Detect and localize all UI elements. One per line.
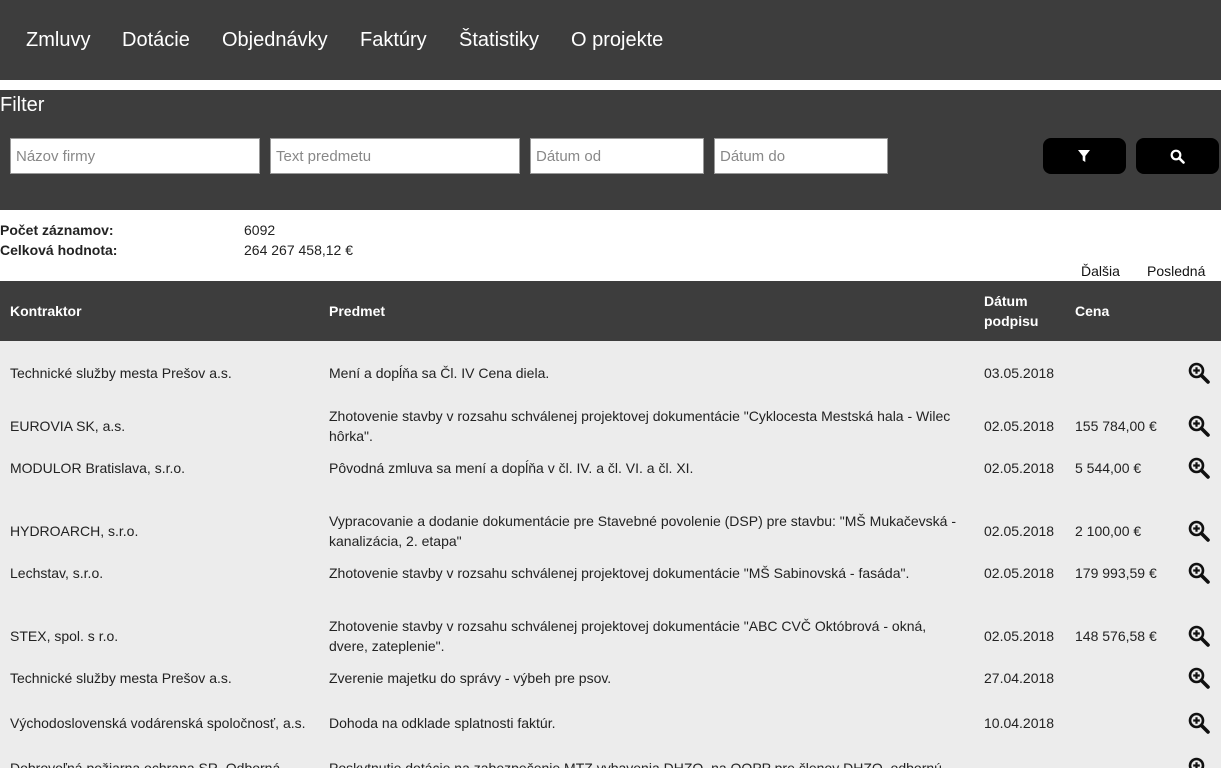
subject-text-input[interactable] bbox=[270, 138, 520, 174]
cell-price: 5 544,00 € bbox=[1075, 460, 1142, 476]
zoom-in-icon[interactable] bbox=[1188, 520, 1210, 542]
filter-toggle-button[interactable] bbox=[1043, 138, 1126, 174]
cell-contractor: STEX, spol. s r.o. bbox=[10, 628, 119, 644]
date-to-input[interactable] bbox=[714, 138, 888, 174]
cell-date: 27.04.2018 bbox=[984, 670, 1055, 686]
table-row[interactable]: Dobrovoľná požiarna ochrana SR, Odborná P… bbox=[0, 341, 1221, 768]
filter-panel: Filter bbox=[0, 90, 1221, 210]
cell-contractor: EUROVIA SK, a.s. bbox=[10, 418, 126, 434]
col-header-contractor[interactable]: Kontraktor bbox=[10, 301, 82, 321]
cell-price: 179 993,59 € bbox=[1075, 565, 1157, 581]
cell-subject: Dohoda na odklade splatnosti faktúr. bbox=[329, 715, 556, 731]
record-count-label: Počet záznamov: bbox=[0, 222, 114, 238]
nav-contracts[interactable]: Zmluvy bbox=[26, 28, 90, 52]
cell-subject: Pôvodná zmluva sa mení a dopĺňa v čl. IV… bbox=[329, 460, 694, 476]
col-header-price[interactable]: Cena bbox=[1075, 301, 1109, 321]
cell-date: 10.04.2018 bbox=[984, 715, 1055, 731]
zoom-in-icon[interactable] bbox=[1188, 625, 1210, 647]
cell-contractor: Technické služby mesta Prešov a.s. bbox=[10, 365, 232, 381]
top-navigation: Zmluvy Dotácie Objednávky Faktúry Štatis… bbox=[0, 0, 1221, 80]
table-header: Kontraktor Predmet Dátum podpisu Cena bbox=[0, 281, 1221, 341]
filter-title: Filter bbox=[0, 94, 45, 116]
search-button[interactable] bbox=[1136, 138, 1219, 174]
zoom-in-icon[interactable] bbox=[1188, 562, 1210, 584]
firm-name-input[interactable] bbox=[10, 138, 260, 174]
zoom-in-icon[interactable] bbox=[1188, 757, 1210, 768]
cell-price: 155 784,00 € bbox=[1075, 418, 1157, 434]
cell-price: 2 100,00 € bbox=[1075, 523, 1142, 539]
zoom-in-icon[interactable] bbox=[1188, 712, 1210, 734]
date-from-input[interactable] bbox=[530, 138, 704, 174]
cell-contractor: Technické služby mesta Prešov a.s. bbox=[10, 670, 232, 686]
cell-subject: Vypracovanie a dodanie dokumentácie pre … bbox=[329, 513, 957, 549]
cell-subject: Zhotovenie stavby v rozsahu schválenej p… bbox=[329, 565, 910, 581]
search-icon bbox=[1170, 149, 1185, 164]
nav-invoices[interactable]: Faktúry bbox=[360, 28, 427, 52]
table-row[interactable]: Východoslovenská vodárenská spoločnosť, … bbox=[0, 341, 1221, 768]
contracts-table-body: Technické služby mesta Prešov a.s. Mení a… bbox=[0, 341, 1221, 768]
table-row[interactable]: STEX, spol. s r.o. Zhotovenie stavby v ro… bbox=[0, 341, 1221, 768]
zoom-in-icon[interactable] bbox=[1188, 667, 1210, 689]
cell-subject: Poskytnutie dotácie na zabezpečenie MTZ … bbox=[329, 760, 942, 768]
nav-orders[interactable]: Objednávky bbox=[222, 28, 328, 52]
cell-contractor: Lechstav, s.r.o. bbox=[10, 565, 104, 581]
total-value-value: 264 267 458,12 € bbox=[244, 242, 353, 258]
cell-contractor: MODULOR Bratislava, s.r.o. bbox=[10, 460, 186, 476]
pager-next-link[interactable]: Ďalšia bbox=[1081, 263, 1120, 279]
total-value-label: Celková hodnota: bbox=[0, 242, 118, 258]
cell-date: 02.05.2018 bbox=[984, 523, 1055, 539]
cell-date: 02.05.2018 bbox=[984, 418, 1055, 434]
filter-icon bbox=[1078, 150, 1090, 162]
zoom-in-icon[interactable] bbox=[1188, 362, 1210, 384]
pager-last-link[interactable]: Posledná bbox=[1147, 263, 1205, 279]
cell-contractor: Východoslovenská vodárenská spoločnosť, … bbox=[10, 715, 306, 731]
cell-date: 02.05.2018 bbox=[984, 460, 1055, 476]
cell-subject: Mení a dopĺňa sa Čl. IV Cena diela. bbox=[329, 365, 550, 381]
zoom-in-icon[interactable] bbox=[1188, 457, 1210, 479]
cell-date: 02.05.2018 bbox=[984, 628, 1055, 644]
nav-statistics[interactable]: Štatistiky bbox=[459, 28, 539, 52]
col-header-subject[interactable]: Predmet bbox=[329, 301, 385, 321]
cell-subject: Zverenie majetku do správy - výbeh pre p… bbox=[329, 670, 612, 686]
table-row[interactable]: Technické služby mesta Prešov a.s. Mení a… bbox=[0, 341, 1221, 768]
table-row[interactable]: MODULOR Bratislava, s.r.o. Pôvodná zmluva… bbox=[0, 341, 1221, 768]
cell-date: 02.05.2018 bbox=[984, 565, 1055, 581]
nav-about[interactable]: O projekte bbox=[571, 28, 663, 52]
cell-subject: Zhotovenie stavby v rozsahu schválenej p… bbox=[329, 618, 927, 654]
zoom-in-icon[interactable] bbox=[1188, 415, 1210, 437]
nav-grants[interactable]: Dotácie bbox=[122, 28, 190, 52]
col-header-date[interactable]: Dátum podpisu bbox=[984, 291, 1054, 331]
cell-contractor: HYDROARCH, s.r.o. bbox=[10, 523, 139, 539]
record-count-value: 6092 bbox=[244, 222, 276, 238]
table-row[interactable]: EUROVIA SK, a.s. Zhotovenie stavby v rozs… bbox=[0, 341, 1221, 768]
cell-price: 148 576,58 € bbox=[1075, 628, 1157, 644]
table-row[interactable]: HYDROARCH, s.r.o. Vypracovanie a dodanie … bbox=[0, 341, 1221, 768]
cell-contractor: Dobrovoľná požiarna ochrana SR, Odborná bbox=[10, 760, 281, 768]
cell-subject: Zhotovenie stavby v rozsahu schválenej p… bbox=[329, 408, 951, 444]
table-row[interactable]: Technické služby mesta Prešov a.s. Zveren… bbox=[0, 341, 1221, 768]
table-row[interactable]: Lechstav, s.r.o. Zhotovenie stavby v rozs… bbox=[0, 341, 1221, 768]
cell-date: 03.05.2018 bbox=[984, 365, 1055, 381]
